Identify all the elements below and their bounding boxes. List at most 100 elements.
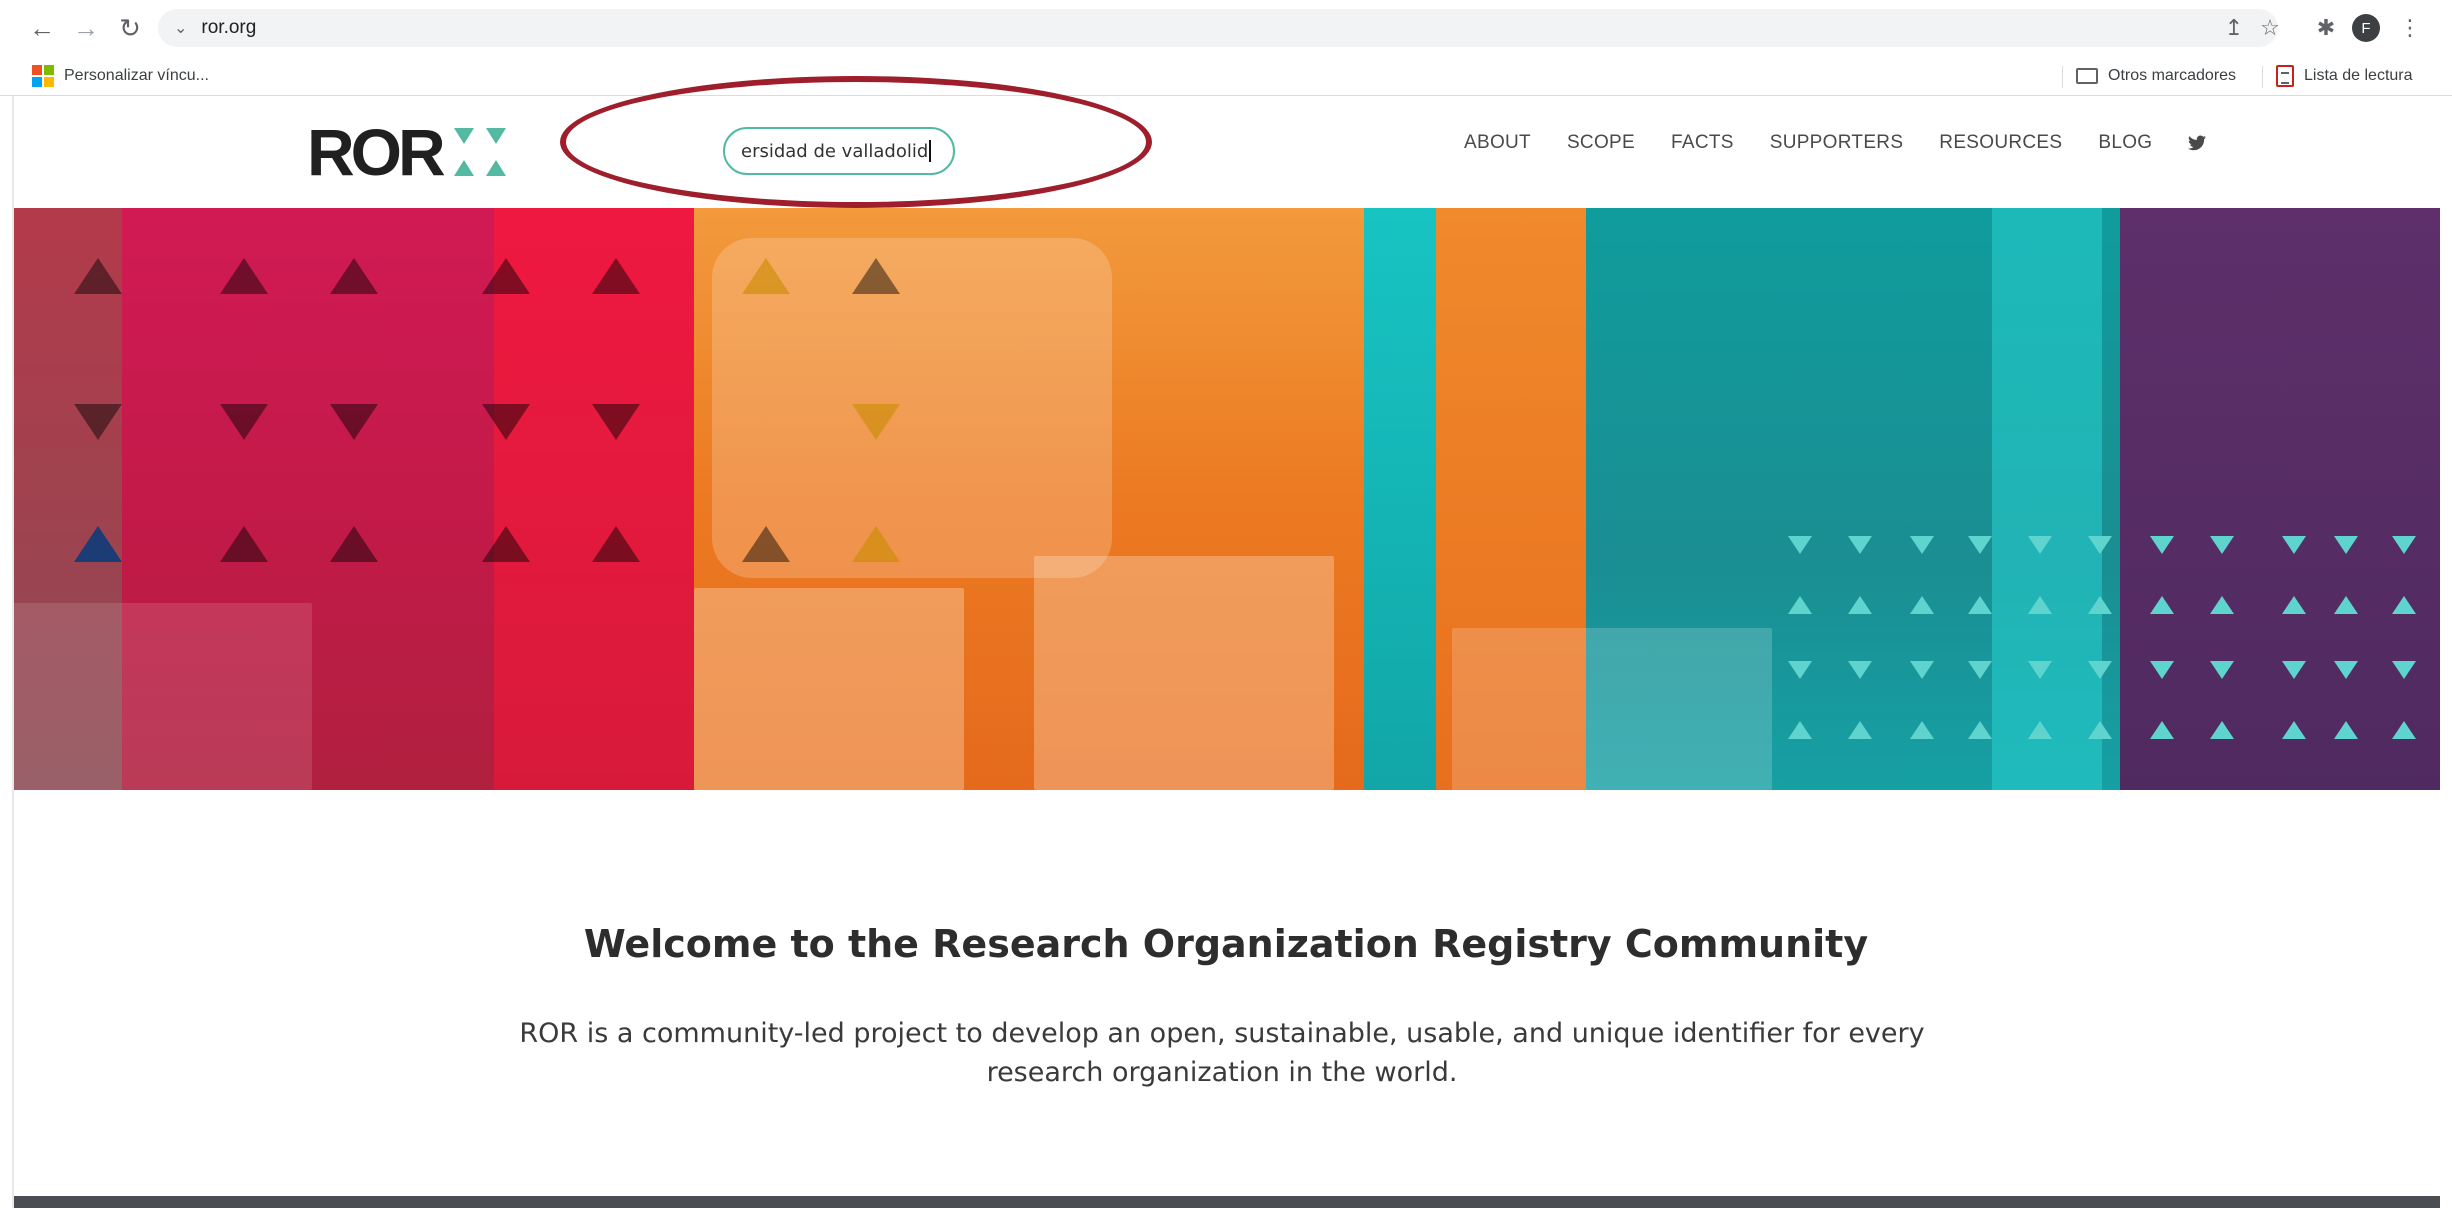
arrow-right-icon: → xyxy=(73,12,99,43)
hero-triangle xyxy=(220,526,268,562)
site-header: ROR ersidad de valladolid ABOUT SCOPE FA… xyxy=(12,76,2440,208)
hero-triangle xyxy=(1788,536,1812,554)
nav-facts[interactable]: FACTS xyxy=(1671,132,1734,154)
hero-triangle xyxy=(2392,536,2416,554)
hero-triangle xyxy=(2150,596,2174,614)
ror-logo[interactable]: ROR xyxy=(307,115,514,189)
page-left-edge xyxy=(12,96,14,1208)
nav-scope[interactable]: SCOPE xyxy=(1567,132,1635,154)
hive-shape xyxy=(12,603,312,790)
bookmark-label: Lista de lectura xyxy=(2304,67,2413,84)
hero-triangle xyxy=(2088,596,2112,614)
bookmark-other-folder[interactable]: Otros marcadores xyxy=(2076,64,2236,88)
hero-triangle xyxy=(1968,536,1992,554)
reload-button[interactable]: ↻ xyxy=(114,12,146,44)
forward-button[interactable]: → xyxy=(70,12,102,44)
hero-triangle xyxy=(482,404,530,440)
nav-resources[interactable]: RESOURCES xyxy=(1939,132,2062,154)
welcome-title: Welcome to the Research Organization Reg… xyxy=(583,922,1869,966)
search-input-value[interactable]: ersidad de valladolid xyxy=(741,141,928,162)
hero-triangle xyxy=(592,526,640,562)
hero-triangle xyxy=(1910,661,1934,679)
avatar: F xyxy=(2352,14,2380,42)
hero-triangle xyxy=(2210,661,2234,679)
url-text[interactable]: ror.org xyxy=(201,17,256,39)
hero-triangle xyxy=(1788,596,1812,614)
hero-triangle xyxy=(74,258,122,294)
hero-triangle xyxy=(1968,661,1992,679)
hero-band xyxy=(494,208,694,790)
hero-triangle xyxy=(1848,596,1872,614)
hero-triangle xyxy=(2334,536,2358,554)
hero-band xyxy=(1364,208,1436,790)
hero-triangle xyxy=(74,404,122,440)
hero-triangle xyxy=(852,526,900,562)
hero-triangle xyxy=(2334,721,2358,739)
nav-blog[interactable]: BLOG xyxy=(2098,132,2152,154)
hero-triangle xyxy=(1910,536,1934,554)
hero-triangle xyxy=(2088,536,2112,554)
hero-triangle xyxy=(1910,721,1934,739)
hero-triangle xyxy=(2088,721,2112,739)
hive-shape xyxy=(694,588,964,790)
hero-triangle xyxy=(2392,596,2416,614)
hero-triangle xyxy=(482,526,530,562)
folder-icon xyxy=(2076,68,2098,84)
hero-triangle xyxy=(482,258,530,294)
browser-toolbar: ← → ↻ ⌄ ror.org ↥ ☆ ✱ F ⋮ xyxy=(0,0,2452,56)
bookmark-star-button[interactable]: ☆ xyxy=(2254,12,2286,44)
hero-triangle xyxy=(2282,596,2306,614)
back-button[interactable]: ← xyxy=(26,12,58,44)
reading-list-button[interactable]: Lista de lectura xyxy=(2276,64,2413,88)
microsoft-logo-icon xyxy=(32,65,54,87)
hero-triangle xyxy=(2028,536,2052,554)
reload-icon: ↻ xyxy=(119,12,141,43)
hero-triangle xyxy=(742,526,790,562)
hero-triangle xyxy=(74,526,122,562)
hero-triangle xyxy=(330,258,378,294)
hero-triangle xyxy=(2282,661,2306,679)
bookmark-personalize[interactable]: Personalizar víncu... xyxy=(32,64,209,88)
bookmarks-divider xyxy=(2262,66,2263,88)
search-input[interactable]: ersidad de valladolid xyxy=(723,127,955,175)
hero-triangle xyxy=(2210,596,2234,614)
address-bar[interactable]: ⌄ ror.org xyxy=(158,9,2278,47)
hero-triangle xyxy=(220,404,268,440)
hero-triangle xyxy=(1848,721,1872,739)
hero-triangle xyxy=(2088,661,2112,679)
hero-triangle xyxy=(592,258,640,294)
hero-triangle xyxy=(330,526,378,562)
hero-triangle xyxy=(2150,661,2174,679)
star-icon: ☆ xyxy=(2260,15,2280,40)
logo-triangles-icon xyxy=(448,124,514,180)
bookmark-label: Personalizar víncu... xyxy=(64,67,209,84)
hero-triangle xyxy=(2028,661,2052,679)
hero-triangle xyxy=(742,258,790,294)
chevron-down-icon[interactable]: ⌄ xyxy=(174,18,187,38)
site-nav: ABOUT SCOPE FACTS SUPPORTERS RESOURCES B… xyxy=(1464,132,2207,154)
reading-list-icon xyxy=(2276,65,2294,87)
arrow-left-icon: ← xyxy=(29,12,55,43)
hero-triangle xyxy=(1848,661,1872,679)
welcome-description: ROR is a community-led project to develo… xyxy=(519,1018,1925,1088)
hero-band xyxy=(1992,208,2102,790)
hero-triangle xyxy=(2282,721,2306,739)
hero-triangle xyxy=(2392,721,2416,739)
profile-button[interactable]: F xyxy=(2350,12,2382,44)
hero-triangle xyxy=(2392,661,2416,679)
hive-shape xyxy=(1034,556,1334,790)
nav-supporters[interactable]: SUPPORTERS xyxy=(1770,132,1904,154)
footer-bar xyxy=(12,1196,2440,1208)
nav-about[interactable]: ABOUT xyxy=(1464,132,1531,154)
hero-triangle xyxy=(330,404,378,440)
bookmarks-bar: Personalizar víncu... Otros marcadores L… xyxy=(0,56,2452,96)
hero-banner xyxy=(12,208,2440,790)
hive-shape xyxy=(1452,628,1772,790)
browser-menu-button[interactable]: ⋮ xyxy=(2394,12,2426,44)
twitter-icon[interactable] xyxy=(2188,135,2207,151)
hero-triangle xyxy=(2150,536,2174,554)
extensions-button[interactable]: ✱ xyxy=(2310,12,2342,44)
hero-triangle xyxy=(1788,721,1812,739)
text-caret xyxy=(929,140,932,162)
share-button[interactable]: ↥ xyxy=(2218,12,2250,44)
